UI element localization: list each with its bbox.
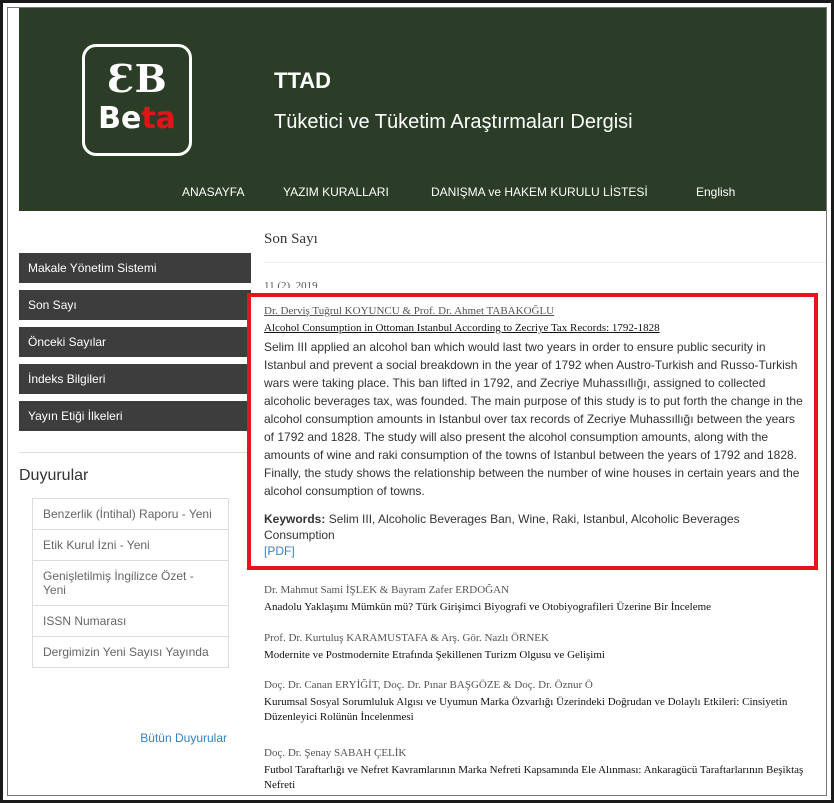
announcement-item[interactable]: Genişletilmiş İngilizce Özet - Yeni: [33, 561, 228, 606]
announcement-item[interactable]: ISSN Numarası: [33, 606, 228, 637]
site-code: TTAD: [274, 68, 332, 93]
article-featured: Dr. Derviş Tuğrul KOYUNCU & Prof. Dr. Ah…: [264, 304, 808, 558]
article-keywords: Keywords: Selim III, Alcoholic Beverages…: [264, 511, 808, 543]
article-title[interactable]: Kurumsal Sosyal Sorumluluk Algısı ve Uyu…: [264, 695, 824, 725]
article-item: Doç. Dr. Şenay SABAH ÇELİK Futbol Taraft…: [264, 746, 824, 793]
announcement-item[interactable]: Benzerlik (İntihal) Raporu - Yeni: [33, 499, 228, 530]
menu-item-publication-ethics[interactable]: Yayın Etiği İlkeleri: [19, 401, 251, 431]
article-item: Dr. Mahmut Sami İŞLEK & Bayram Zafer ERD…: [264, 583, 824, 615]
article-authors[interactable]: Doç. Dr. Şenay SABAH ÇELİK: [264, 746, 824, 760]
keywords-label: Keywords:: [264, 512, 326, 526]
issue-number: 11 (2), 2019: [264, 280, 318, 288]
article-title[interactable]: Futbol Taraftarlığı ve Nefret Kavramları…: [264, 763, 824, 793]
site-logo[interactable]: ƐB Beta: [82, 44, 192, 156]
announcement-item[interactable]: Etik Kurul İzni - Yeni: [33, 530, 228, 561]
nav-board-list[interactable]: DANIŞMA ve HAKEM KURULU LİSTESİ: [431, 185, 648, 199]
announcement-item[interactable]: Dergimizin Yeni Sayısı Yayında: [33, 637, 228, 667]
nav-home[interactable]: ANASAYFA: [182, 185, 244, 199]
title-divider: [264, 262, 826, 263]
site-name: Tüketici ve Tüketim Araştırmaları Dergis…: [274, 111, 633, 133]
all-announcements-link[interactable]: Bütün Duyurular: [32, 731, 227, 745]
article-authors[interactable]: Doç. Dr. Canan ERYİĞİT, Doç. Dr. Pınar B…: [264, 678, 824, 692]
page-frame: ƐB Beta TTAD Tüketici ve Tüketim Araştır…: [0, 0, 834, 803]
nav-english[interactable]: English: [696, 185, 735, 199]
site-header: ƐB Beta TTAD Tüketici ve Tüketim Araştır…: [19, 8, 826, 211]
menu-item-latest-issue[interactable]: Son Sayı: [19, 290, 251, 320]
page: ƐB Beta TTAD Tüketici ve Tüketim Araştır…: [7, 7, 827, 796]
article-title[interactable]: Modernite ve Postmodernite Etrafında Şek…: [264, 648, 824, 663]
sidebar-menu: Makale Yönetim Sistemi Son Sayı Önceki S…: [19, 253, 251, 438]
article-authors[interactable]: Dr. Mahmut Sami İŞLEK & Bayram Zafer ERD…: [264, 583, 824, 597]
nav-writing-rules[interactable]: YAZIM KURALLARI: [283, 185, 389, 199]
article-title[interactable]: Anadolu Yaklaşımı Mümkün mü? Türk Girişi…: [264, 600, 824, 615]
announcements-list: Benzerlik (İntihal) Raporu - Yeni Etik K…: [32, 498, 229, 668]
article-title[interactable]: Alcohol Consumption in Ottoman Istanbul …: [264, 321, 808, 336]
keywords-value: Selim III, Alcoholic Beverages Ban, Wine…: [264, 512, 740, 542]
article-item: Doç. Dr. Canan ERYİĞİT, Doç. Dr. Pınar B…: [264, 678, 824, 725]
menu-item-previous-issues[interactable]: Önceki Sayılar: [19, 327, 251, 357]
article-abstract: Selim III applied an alcohol ban which w…: [264, 340, 803, 498]
sidebar-divider: [19, 452, 251, 453]
article-item: Prof. Dr. Kurtuluş KARAMUSTAFA & Arş. Gö…: [264, 631, 824, 663]
pdf-link[interactable]: [PDF]: [264, 544, 808, 558]
announcements-title: Duyurular: [19, 467, 89, 484]
logo-wordmark: Beta: [98, 101, 176, 136]
menu-item-management-system[interactable]: Makale Yönetim Sistemi: [19, 253, 251, 283]
article-authors[interactable]: Dr. Derviş Tuğrul KOYUNCU & Prof. Dr. Ah…: [264, 304, 808, 318]
logo-mark: ƐB: [107, 56, 167, 101]
main-nav: ANASAYFA YAZIM KURALLARI DANIŞMA ve HAKE…: [19, 185, 826, 209]
article-authors[interactable]: Prof. Dr. Kurtuluş KARAMUSTAFA & Arş. Gö…: [264, 631, 824, 645]
page-title: Son Sayı: [264, 231, 318, 247]
menu-item-index-info[interactable]: İndeks Bilgileri: [19, 364, 251, 394]
